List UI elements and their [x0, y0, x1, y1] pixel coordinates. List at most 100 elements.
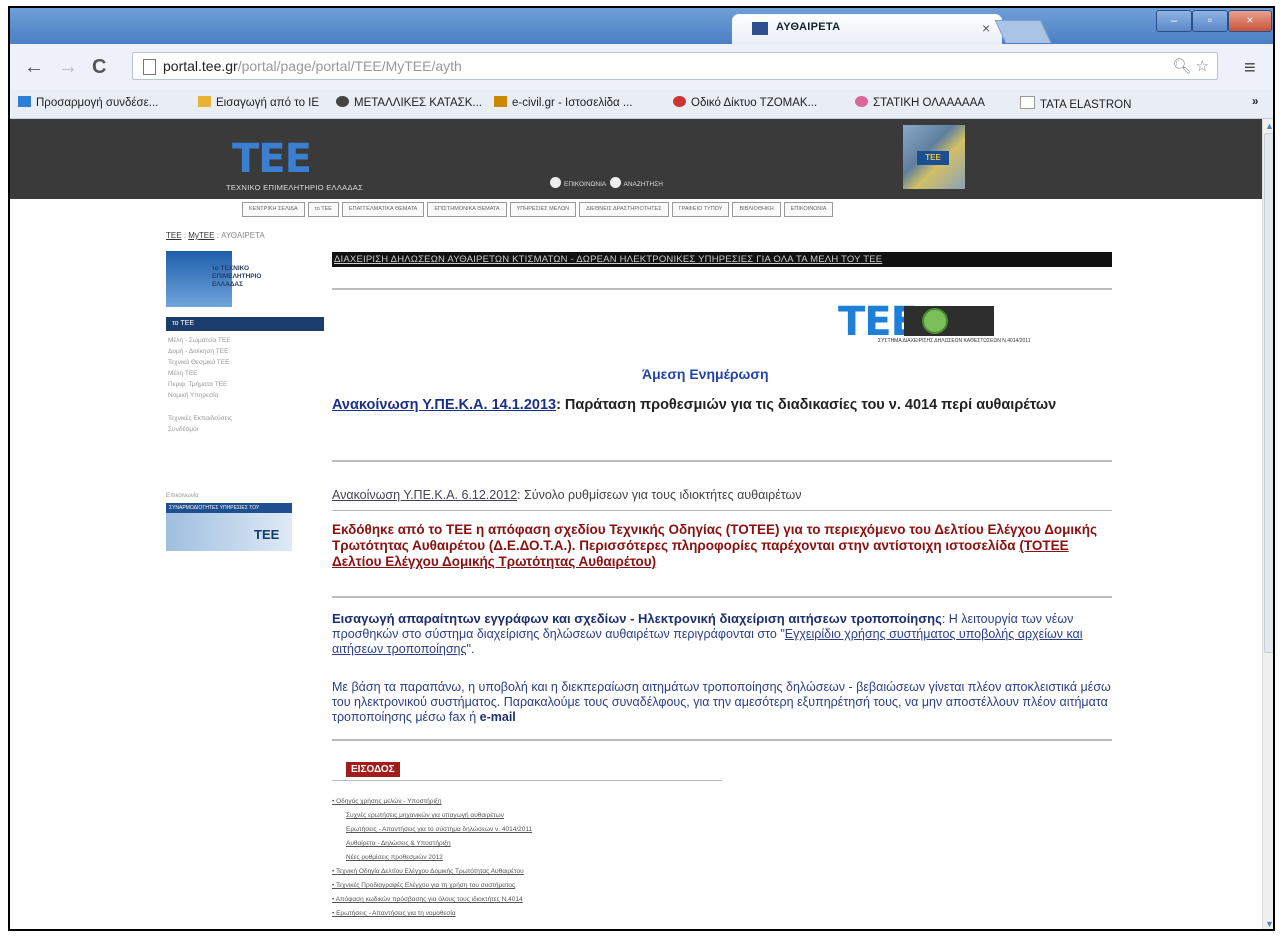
- nav-item[interactable]: ΥΠΗΡΕΣΙΕΣ ΜΕΛΩΝ: [509, 202, 577, 217]
- bookmark-item[interactable]: Εισαγωγή από το IE: [198, 96, 319, 109]
- announcement-2-link[interactable]: Ανακοίνωση Υ.ΠΕ.Κ.Α. 6.12.2012: [332, 488, 517, 502]
- docs-link[interactable]: Αυθαίρετα - Δηλώσεις & Υποστήριξη: [332, 837, 532, 851]
- nav-item[interactable]: ΕΠΑΓΓΕΛΜΑΤΙΚΑ ΘΕΜΑΤΑ: [341, 202, 425, 217]
- left-menu: Μέλη - Σωματεία ΤΕΕ Δομή - Διοίκηση ΤΕΕ …: [168, 335, 232, 435]
- bookmark-item[interactable]: e-civil.gr - Ιστοσελίδα ...: [494, 96, 632, 109]
- address-toolbar: ← → C portal.tee.gr/portal/page/portal/T…: [10, 44, 1273, 91]
- docs-link[interactable]: • Τεχνική Οδηγία Δελτίου Ελέγχου Δομικής…: [332, 865, 532, 879]
- url-text: portal.tee.gr/portal/page/portal/TEE/MyT…: [163, 58, 462, 74]
- divider: [332, 288, 1112, 290]
- left-menu-item[interactable]: Τεχνικές Εκπαιδεύσεις: [168, 413, 232, 424]
- tee-system-caption: ΣΥΣΤΗΜΑ ΔΙΑΧΕΙΡΙΣΗΣ ΔΗΛΩΣΕΩΝ ΚΑΘΕΣΤΩΣΕΩΝ…: [878, 338, 1031, 344]
- apps-icon: [18, 96, 31, 107]
- nav-item[interactable]: ΓΡΑΦΕΙΟ ΤΥΠΟΥ: [671, 202, 730, 217]
- left-menu-item[interactable]: Νομική Υπηρεσία: [168, 390, 232, 401]
- header-link-search[interactable]: ΑΝΑΖΗΤΗΣΗ: [624, 181, 663, 188]
- breadcrumb: ΤΕΕ : MyTEE : ΑΥΘΑΙΡΕΤΑ: [166, 231, 265, 240]
- zoom-star-icons[interactable]: 🔍︎ ☆: [1172, 57, 1209, 75]
- scroll-up-icon[interactable]: ▲: [1265, 121, 1273, 131]
- favicon-icon: [752, 22, 768, 35]
- left-banner-word: ΤΕΕ: [254, 527, 280, 542]
- header-photo: ΤΕΕ: [903, 125, 965, 189]
- divider: [332, 739, 1112, 741]
- nav-item[interactable]: το ΤΕΕ: [307, 202, 339, 217]
- header-link-contact[interactable]: ΕΠΙΚΟΙΝΩΝΙΑ: [564, 181, 606, 188]
- announcement-4: Εισαγωγή απαραίτητων εγγράφων και σχεδίω…: [332, 611, 1083, 656]
- maximize-button[interactable]: ▫: [1192, 10, 1228, 32]
- docs-link[interactable]: • Τεχνικές Προδιαγραφές Ελέγχου για τη χ…: [332, 879, 532, 893]
- scroll-down-icon[interactable]: ▼: [1265, 919, 1273, 929]
- tee-logo[interactable]: ΤΕΕ: [232, 139, 312, 179]
- left-banner-bar: ΣΥΝΑΡΜΟΔΙΟΤΗΤΕΣ ΥΠΗΡΕΣΙΕΣ ΤΟΥ: [166, 503, 292, 513]
- site-icon: [336, 96, 349, 107]
- address-bar[interactable]: portal.tee.gr/portal/page/portal/TEE/MyT…: [132, 52, 1218, 80]
- vertical-scrollbar[interactable]: ▲ ▼: [1262, 119, 1273, 929]
- bookmark-item[interactable]: ΜΕΤΑΛΛΙΚΕΣ ΚΑΤΑΣΚ...: [336, 96, 482, 109]
- left-menu-item[interactable]: Περιφ. Τμήματα ΤΕΕ: [168, 379, 232, 390]
- left-menu-item[interactable]: Μέλη - Σωματεία ΤΕΕ: [168, 335, 232, 346]
- tee-subtitle: ΤΕΧΝΙΚΟ ΕΠΙΜΕΛΗΤΗΡΙΟ ΕΛΛΑΔΑΣ: [226, 183, 364, 192]
- docs-link[interactable]: • Οδηγός χρήσης μελών - Υποστήριξη: [332, 795, 532, 809]
- left-menu-item[interactable]: Τεχνικά Θεσμικά ΤΕΕ: [168, 357, 232, 368]
- contact-icon: [550, 177, 561, 188]
- left-menu-heading[interactable]: το ΤΕΕ: [166, 317, 324, 331]
- site-icon: [855, 96, 868, 107]
- nav-item[interactable]: ΕΠΙΚΟΙΝΩΝΙΑ: [783, 202, 834, 217]
- docs-link[interactable]: • Ερωτήσεις - Απαντήσεις για τη νομοθεσί…: [332, 907, 532, 921]
- forward-arrow-icon[interactable]: →: [58, 56, 78, 79]
- breadcrumb-link[interactable]: ΤΕΕ: [166, 231, 182, 240]
- tee-system-emblem-icon: [922, 308, 948, 334]
- bookmarks-overflow-icon[interactable]: »: [1252, 96, 1258, 108]
- reload-icon[interactable]: C: [92, 56, 106, 79]
- browser-tab[interactable]: ΑΥΘΑΙΡΕΤΑ ×: [732, 14, 1002, 44]
- breadcrumb-link[interactable]: MyTEE: [188, 231, 214, 240]
- left-menu-item[interactable]: Δομή - Διοίκηση ΤΕΕ: [168, 346, 232, 357]
- divider: [332, 510, 1112, 511]
- site-icon: [673, 96, 686, 107]
- scrollbar-thumb[interactable]: [1264, 133, 1273, 653]
- left-menu-item[interactable]: Μέλη ΤΕΕ: [168, 368, 232, 379]
- title-bar: ΑΥΘΑΙΡΕΤΑ × – ▫ ×: [10, 8, 1273, 44]
- nav-item[interactable]: ΕΠΙΣΤΗΜΟΝΙΚΑ ΘΕΜΑΤΑ: [427, 202, 507, 217]
- tab-close-icon[interactable]: ×: [982, 20, 990, 36]
- tab-title: ΑΥΘΑΙΡΕΤΑ: [776, 21, 841, 33]
- divider: [332, 460, 1112, 462]
- header-links: ΕΠΙΚΟΙΝΩΝΙΑ ΑΝΑΖΗΤΗΣΗ: [550, 177, 663, 188]
- new-tab-button[interactable]: [994, 20, 1052, 43]
- left-menu-item[interactable]: Συνδέσμοι: [168, 424, 232, 435]
- bookmark-item[interactable]: ΣΤΑΤΙΚΗ ΟΛΑΑΑΑΑΑ: [855, 96, 985, 109]
- docs-link[interactable]: Νέες ρυθμίσεις προθεσμιών 2012: [332, 851, 532, 865]
- announcement-1-link[interactable]: Ανακοίνωση Υ.ΠΕ.Κ.Α. 14.1.2013: [332, 397, 556, 413]
- bookmark-item[interactable]: Προσαρμογή συνδέσε...: [18, 96, 158, 109]
- site-icon: [494, 96, 507, 107]
- nav-item[interactable]: ΚΕΝΤΡΙΚΗ ΣΕΛΙΔΑ: [242, 202, 305, 217]
- back-arrow-icon[interactable]: ←: [24, 56, 44, 79]
- bookmark-item[interactable]: TATA ELASTRON: [1020, 96, 1131, 111]
- left-services-banner[interactable]: ΣΥΝΑΡΜΟΔΙΟΤΗΤΕΣ ΥΠΗΡΕΣΙΕΣ ΤΟΥ ΤΕΕ: [166, 503, 292, 551]
- nav-item[interactable]: ΔΙΕΘΝΕΙΣ ΔΡΑΣΤΗΡΙΟΤΗΤΕΣ: [579, 202, 669, 217]
- menu-icon[interactable]: ≡: [1244, 57, 1256, 80]
- bookmark-item[interactable]: Οδικό Δίκτυο ΤΖΟΜΑΚ...: [673, 96, 817, 109]
- section-badge[interactable]: ΕΙΣΟΔΟΣ: [346, 762, 400, 777]
- announcement-2: Ανακοίνωση Υ.ΠΕ.Κ.Α. 6.12.2012: Σύνολο ρ…: [332, 488, 802, 502]
- page-icon: [143, 59, 156, 75]
- announcement-5: Με βάση τα παραπάνω, η υποβολή και η διε…: [332, 680, 1111, 724]
- docs-link[interactable]: Συχνές ερωτήσεις μηχανικών για υπαγωγή α…: [332, 809, 532, 823]
- left-logo-text: το ΤΕΧΝΙΚΟ ΕΠΙΜΕΛΗΤΗΡΙΟ ΕΛΛΑΔΑΣ: [212, 265, 262, 288]
- docs-link[interactable]: • Απόφαση κωδικών πρόσβασης για όλους το…: [332, 893, 532, 907]
- close-window-button[interactable]: ×: [1228, 10, 1272, 32]
- nav-item[interactable]: ΒΙΒΛΙΟΘΗΚΗ: [732, 202, 781, 217]
- left-small-label: Επικοινωνία: [166, 493, 199, 499]
- immediate-update-heading: Άμεση Ενημέρωση: [642, 366, 769, 382]
- tee-system-logo-box: [904, 306, 994, 336]
- docs-list: • Οδηγός χρήσης μελών - Υποστήριξη Συχνέ…: [332, 795, 532, 921]
- docs-link[interactable]: Ερωτήσεις - Απαντήσεις για το σύστημα δη…: [332, 823, 532, 837]
- page-icon: [1020, 96, 1035, 109]
- divider: [332, 596, 1112, 598]
- folder-icon: [198, 96, 211, 107]
- main-banner[interactable]: ΔΙΑΧΕΙΡΙΣΗ ΔΗΛΩΣΕΩΝ ΑΥΘΑΙΡΕΤΩΝ ΚΤΙΣΜΑΤΩΝ…: [332, 252, 1112, 267]
- page-viewport: ΤΕΕ ΤΕΧΝΙΚΟ ΕΠΙΜΕΛΗΤΗΡΙΟ ΕΛΛΑΔΑΣ ΕΠΙΚΟΙΝ…: [10, 119, 1262, 929]
- site-header: ΤΕΕ ΤΕΧΝΙΚΟ ΕΠΙΜΕΛΗΤΗΡΙΟ ΕΛΛΑΔΑΣ ΕΠΙΚΟΙΝ…: [10, 119, 1262, 199]
- minimize-button[interactable]: –: [1156, 10, 1192, 32]
- announcement-1: Ανακοίνωση Υ.ΠΕ.Κ.Α. 14.1.2013: Παράταση…: [332, 397, 1057, 413]
